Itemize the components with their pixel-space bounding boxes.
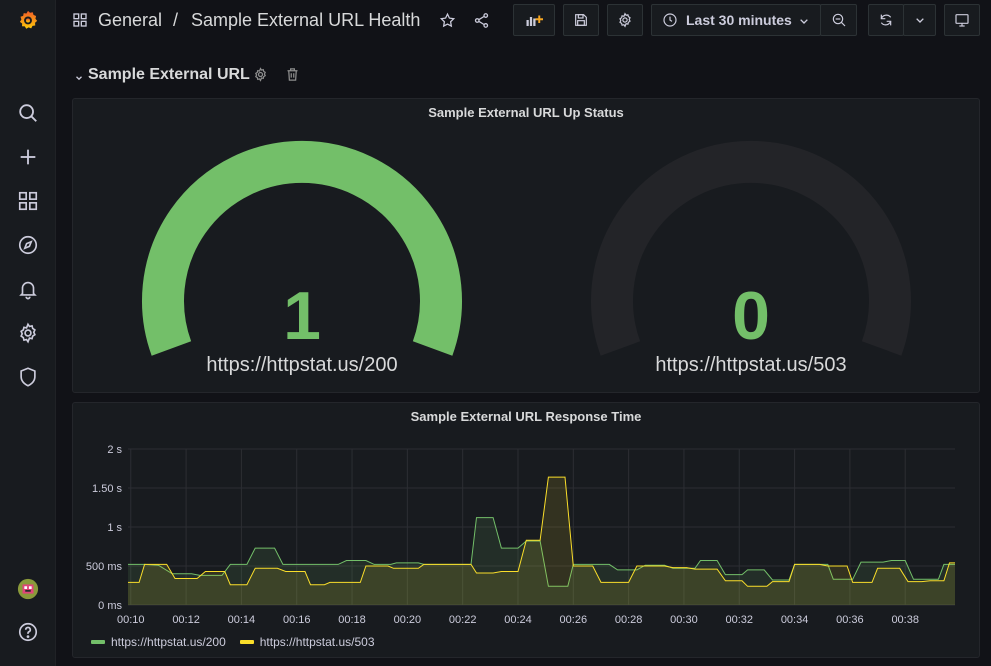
legend-swatch [91,640,105,644]
add-panel-button[interactable] [513,4,555,36]
x-tick-label: 00:30 [670,614,698,626]
share-icon[interactable] [469,8,493,32]
trash-icon[interactable] [285,67,300,87]
dashboard-settings-button[interactable] [607,4,643,36]
x-tick-label: 00:32 [725,614,753,626]
x-axis-ticks: 00:10 00:12 00:14 00:16 00:18 00:20 00:22 00:24… [117,614,919,626]
help-icon[interactable] [0,614,56,650]
plus-icon[interactable] [0,139,56,175]
top-navbar: General / Sample External URL Health Las… [56,0,991,40]
y-tick-label: 1.50 s [92,483,122,495]
chevron-down-icon [796,13,812,29]
time-picker-button[interactable]: Last 30 minutes [651,4,821,36]
legend-label: https://httpstat.us/200 [111,635,226,649]
x-tick-label: 00:14 [228,614,256,626]
dashboards-grid-icon [72,12,88,33]
x-tick-label: 00:22 [449,614,477,626]
refresh-interval-dropdown[interactable] [903,4,936,36]
gauge-label: https://httpstat.us/503 [655,354,847,376]
x-tick-label: 00:26 [560,614,588,626]
x-tick-label: 00:36 [836,614,864,626]
x-tick-label: 00:34 [781,614,809,626]
clock-icon [662,12,678,28]
breadcrumb-separator: / [173,10,179,30]
star-icon[interactable] [435,8,459,32]
page-title[interactable]: Sample External URL Health [191,10,420,31]
row-settings-gear-icon[interactable] [253,67,268,87]
timeseries-chart[interactable]: 0 ms500 ms1 s1.50 s2 s 00:10 00:12 00:14 00… [73,403,981,633]
legend-swatch [239,640,254,644]
legend-item[interactable]: https://httpstat.us/503 [239,635,375,649]
time-range-label: Last 30 minutes [686,12,792,28]
collapse-chevron-icon[interactable] [74,70,84,88]
gear-icon[interactable] [0,315,56,351]
legend-label: https://httpstat.us/503 [259,635,375,649]
x-tick-label: 00:12 [172,614,200,626]
x-tick-label: 00:18 [338,614,366,626]
shield-icon[interactable] [0,359,56,395]
x-tick-label: 00:38 [891,614,919,626]
y-tick-label: 2 s [107,444,122,456]
breadcrumb-folder[interactable]: General [98,10,162,31]
x-tick-label: 00:10 [117,614,145,626]
tv-mode-button[interactable] [944,4,980,36]
side-menu [0,0,56,666]
x-tick-label: 00:20 [394,614,422,626]
gauge-panel: Sample External URL Up Status 1 https://… [72,98,980,393]
gauge-value: 1 [283,278,321,354]
x-tick-label: 00:16 [283,614,311,626]
x-tick-label: 00:28 [615,614,643,626]
timeseries-panel: Sample External URL Response Time 0 ms 50… [72,402,980,658]
series-area [128,477,955,605]
y-tick-label: 0 ms [98,600,122,612]
refresh-button[interactable] [868,4,904,36]
y-tick-label: 1 s [107,522,122,534]
gauge-label: https://httpstat.us/200 [206,354,398,376]
compass-icon[interactable] [0,227,56,263]
chart-series [128,476,955,605]
search-icon[interactable] [0,95,56,131]
bell-icon[interactable] [0,271,56,307]
save-dashboard-button[interactable] [563,4,599,36]
x-tick-label: 00:24 [504,614,532,626]
avatar[interactable] [0,571,56,607]
chart-legend: https://httpstat.us/200 https://httpstat… [91,635,375,649]
row-title[interactable]: Sample External URL [88,66,250,84]
zoom-out-button[interactable] [820,4,857,36]
gauge-value: 0 [732,278,770,354]
dashboards-grid-icon[interactable] [0,183,56,219]
legend-item[interactable]: https://httpstat.us/200 [91,635,226,649]
y-axis-ticks: 0 ms 500 ms 1 s 1.50 s 2 s [86,444,123,612]
y-tick-label: 500 ms [86,561,123,573]
grafana-logo-icon[interactable] [0,2,56,38]
